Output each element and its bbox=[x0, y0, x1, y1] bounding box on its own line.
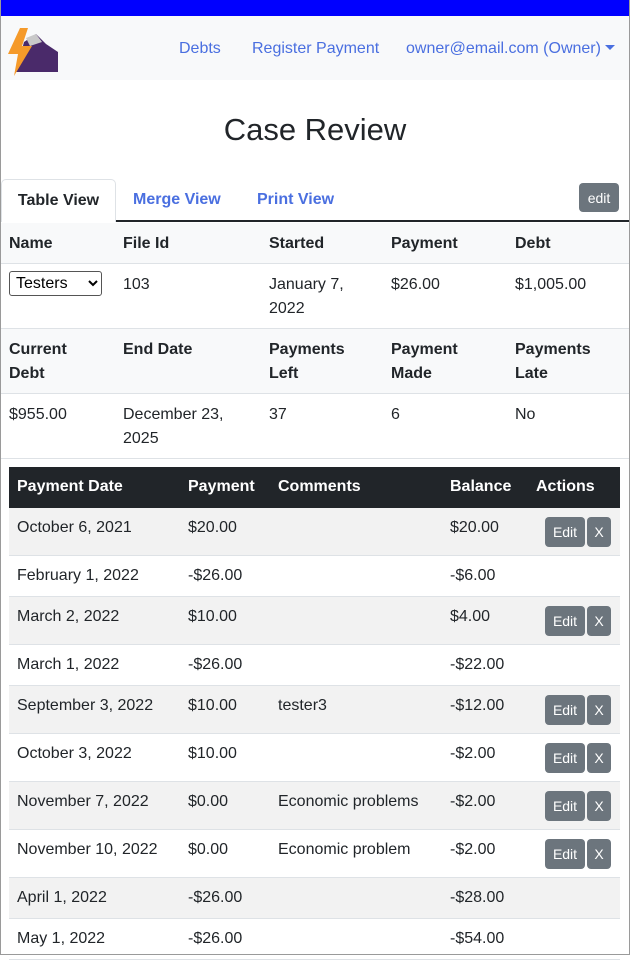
user-menu-dropdown[interactable]: owner@email.com (Owner) bbox=[406, 40, 615, 58]
cell-balance: $4.00 bbox=[450, 608, 491, 625]
delete-payment-button[interactable]: X bbox=[587, 791, 611, 821]
app-logo-icon[interactable] bbox=[6, 28, 60, 76]
nav-debts-link[interactable]: Debts bbox=[179, 40, 221, 58]
table-row: May 1, 2022 -$26.00 -$54.00 bbox=[9, 919, 620, 960]
view-tabs: Table View Merge View Print View bbox=[0, 179, 630, 222]
cell-balance: -$2.00 bbox=[450, 841, 496, 858]
header-debt: Debt bbox=[515, 235, 551, 252]
table-row: March 2, 2022 $10.00 $4.00 Edit X bbox=[9, 597, 620, 645]
table-row: October 3, 2022 $10.00 -$2.00 Edit X bbox=[9, 734, 620, 782]
cell-comment: tester3 bbox=[278, 697, 327, 714]
delete-payment-button[interactable]: X bbox=[587, 743, 611, 773]
edit-payment-button[interactable]: Edit bbox=[545, 606, 585, 636]
header-end-date: End Date bbox=[123, 341, 193, 358]
cell-payment: -$26.00 bbox=[188, 567, 243, 584]
header-payments-left: Payments Left bbox=[269, 341, 345, 382]
cell-payment-date: April 1, 2022 bbox=[17, 889, 107, 906]
col-payment: Payment bbox=[188, 478, 255, 495]
cell-comment: Economic problem bbox=[278, 841, 411, 858]
delete-payment-button[interactable]: X bbox=[587, 839, 611, 869]
cell-balance: -$6.00 bbox=[450, 567, 496, 584]
value-current-debt: $955.00 bbox=[9, 406, 67, 423]
cell-payment-date: September 3, 2022 bbox=[17, 697, 154, 714]
nav-register-payment-link[interactable]: Register Payment bbox=[252, 40, 379, 58]
tab-table-view[interactable]: Table View bbox=[1, 179, 116, 222]
cell-payment-date: February 1, 2022 bbox=[17, 567, 139, 584]
cell-balance: -$28.00 bbox=[450, 889, 505, 906]
value-payment-made: 6 bbox=[391, 406, 400, 423]
cell-payment-date: October 3, 2022 bbox=[17, 745, 132, 762]
tab-print-view[interactable]: Print View bbox=[257, 179, 334, 221]
edit-case-button[interactable]: edit bbox=[579, 183, 619, 212]
cell-payment-date: March 2, 2022 bbox=[17, 608, 120, 625]
case-header-row-2: Current Debt End Date Payments Left Paymen… bbox=[0, 329, 630, 394]
value-started: January 7, 2022 bbox=[269, 276, 344, 317]
table-row: April 1, 2022 -$26.00 -$28.00 bbox=[9, 878, 620, 919]
cell-payment-date: March 1, 2022 bbox=[17, 656, 120, 673]
col-comments: Comments bbox=[278, 478, 361, 495]
cell-balance: -$54.00 bbox=[450, 930, 505, 947]
cell-payment: -$26.00 bbox=[188, 656, 243, 673]
cell-payment: -$26.00 bbox=[188, 889, 243, 906]
payments-table-header: Payment Date Payment Comments Balance Ac… bbox=[9, 467, 620, 508]
edit-payment-button[interactable]: Edit bbox=[545, 695, 585, 725]
table-row: November 7, 2022 $0.00 Economic problems -$… bbox=[9, 782, 620, 830]
header-name: Name bbox=[9, 235, 53, 252]
table-row: September 3, 2022 $10.00 tester3 -$12.00 Edi… bbox=[9, 686, 620, 734]
cell-payment: $10.00 bbox=[188, 745, 237, 762]
cell-payment: $0.00 bbox=[188, 793, 229, 810]
cell-balance: -$22.00 bbox=[450, 656, 505, 673]
delete-payment-button[interactable]: X bbox=[587, 606, 611, 636]
navbar: Debts Register Payment owner@email.com (… bbox=[0, 16, 630, 80]
header-file-id: File Id bbox=[123, 235, 170, 252]
page-title: Case Review bbox=[223, 112, 407, 147]
cell-balance: $20.00 bbox=[450, 519, 499, 536]
user-menu-label: owner@email.com (Owner) bbox=[406, 40, 601, 57]
case-header-row-1: Name File Id Started Payment Debt bbox=[0, 223, 630, 264]
col-actions: Actions bbox=[536, 478, 595, 495]
table-row: March 1, 2022 -$26.00 -$22.00 bbox=[9, 645, 620, 686]
header-started: Started bbox=[269, 235, 325, 252]
cell-balance: -$2.00 bbox=[450, 793, 496, 810]
tab-merge-view[interactable]: Merge View bbox=[133, 179, 221, 221]
cell-payment-date: May 1, 2022 bbox=[17, 930, 106, 947]
chevron-down-icon bbox=[604, 45, 615, 50]
cell-balance: -$2.00 bbox=[450, 745, 496, 762]
cell-comment: Economic problems bbox=[278, 793, 419, 810]
value-payments-late: No bbox=[515, 406, 536, 423]
value-debt: $1,005.00 bbox=[515, 276, 587, 293]
edit-payment-button[interactable]: Edit bbox=[545, 517, 585, 547]
cell-payment: $10.00 bbox=[188, 697, 237, 714]
edit-payment-button[interactable]: Edit bbox=[545, 839, 585, 869]
delete-payment-button[interactable]: X bbox=[587, 695, 611, 725]
header-current-debt: Current Debt bbox=[9, 341, 67, 382]
edit-payment-button[interactable]: Edit bbox=[545, 791, 585, 821]
table-row: February 1, 2022 -$26.00 -$6.00 bbox=[9, 556, 620, 597]
header-payment: Payment bbox=[391, 235, 458, 252]
name-select[interactable]: Testers bbox=[9, 271, 102, 296]
table-row: November 10, 2022 $0.00 Economic problem -$… bbox=[9, 830, 620, 878]
value-end-date: December 23, 2025 bbox=[123, 406, 224, 447]
cell-payment: $10.00 bbox=[188, 608, 237, 625]
cell-balance: -$12.00 bbox=[450, 697, 505, 714]
col-payment-date: Payment Date bbox=[17, 478, 123, 495]
cell-payment-date: November 7, 2022 bbox=[17, 793, 149, 810]
edit-payment-button[interactable]: Edit bbox=[545, 743, 585, 773]
delete-payment-button[interactable]: X bbox=[587, 517, 611, 547]
value-payment: $26.00 bbox=[391, 276, 440, 293]
cell-payment: $20.00 bbox=[188, 519, 237, 536]
cell-payment: -$26.00 bbox=[188, 930, 243, 947]
col-balance: Balance bbox=[450, 478, 512, 495]
value-file-id: 103 bbox=[123, 276, 150, 293]
table-row: October 6, 2021 $20.00 $20.00 Edit X bbox=[9, 508, 620, 556]
header-payments-late: Payments Late bbox=[515, 341, 591, 382]
cell-payment: $0.00 bbox=[188, 841, 229, 858]
cell-payment-date: October 6, 2021 bbox=[17, 519, 132, 536]
value-payments-left: 37 bbox=[269, 406, 287, 423]
cell-payment-date: November 10, 2022 bbox=[17, 841, 158, 858]
case-values-row-2: $955.00 December 23, 2025 37 6 No bbox=[0, 394, 630, 459]
header-payment-made: Payment Made bbox=[391, 341, 458, 382]
top-color-bar bbox=[0, 0, 630, 16]
